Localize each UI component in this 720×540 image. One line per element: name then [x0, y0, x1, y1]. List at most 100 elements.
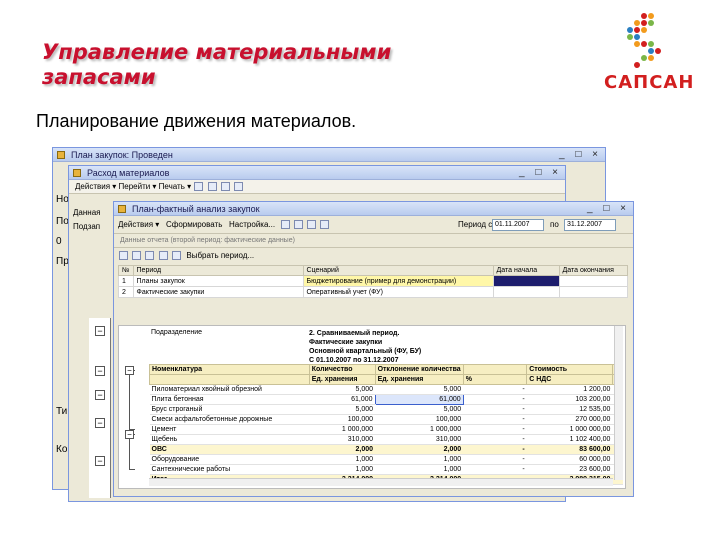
report-row[interactable]: Смеси асфальтобетонные дорожные 100,000 10…	[149, 414, 623, 425]
report-cell[interactable]: 83 600,00	[526, 444, 613, 455]
report-cell[interactable]: 1 000 000,00	[526, 424, 613, 435]
report-group-row[interactable]: ОВС 2,000 2,000-83 600,00	[149, 444, 623, 455]
report-cell[interactable]: 1 102 400,00	[526, 434, 613, 445]
material-consumption-titlebar[interactable]: Расход материалов _ □ ×	[69, 166, 565, 180]
refresh-icon[interactable]	[307, 220, 317, 230]
print-icon[interactable]	[220, 182, 230, 192]
tree-collapse-icon[interactable]: −	[95, 326, 105, 336]
report-row[interactable]: Плита бетонная 61,000 61,000-103 200,00	[149, 394, 623, 405]
help-icon[interactable]	[320, 220, 330, 230]
window-controls[interactable]: _ □ ×	[519, 166, 562, 180]
report-cell[interactable]: 5,000	[375, 384, 464, 395]
period-from-field[interactable]: 01.11.2007	[492, 219, 544, 231]
tree-collapse-icon[interactable]: −	[95, 390, 105, 400]
report-cell[interactable]: Брус строганый	[149, 404, 310, 415]
table-icon[interactable]	[280, 220, 290, 230]
tree-collapse-icon[interactable]: −	[125, 430, 134, 439]
tree-collapse-icon[interactable]: −	[95, 456, 105, 466]
report-cell[interactable]: 1,000	[375, 464, 464, 475]
column-header[interactable]: Дата начала	[492, 265, 560, 276]
report-row[interactable]: Сантехнические работы 1,000 1,000-23 600,0…	[149, 464, 623, 475]
report-cell[interactable]: 5,000	[309, 384, 376, 395]
report-cell[interactable]: Оборудование	[149, 454, 310, 465]
report-cell[interactable]: Цемент	[149, 424, 310, 435]
report-cell[interactable]: -	[463, 414, 527, 425]
report-cell[interactable]: 310,000	[375, 434, 464, 445]
report-cell[interactable]: -	[463, 404, 527, 415]
delete-icon[interactable]	[132, 251, 142, 261]
report-cell[interactable]: Щебень	[149, 434, 310, 445]
report-cell[interactable]: -	[463, 394, 527, 405]
window-controls[interactable]: _ □ ×	[559, 148, 602, 162]
generate-button[interactable]: Сформировать	[166, 220, 222, 229]
plan-fact-titlebar[interactable]: План-фактный анализ закупок _ □ ×	[114, 202, 633, 216]
table-cell[interactable]: 2	[118, 286, 134, 298]
copy-icon[interactable]	[207, 182, 217, 192]
table-row[interactable]: 1 Планы закупок Бюджетирование (пример д…	[118, 275, 629, 287]
report-cell[interactable]: -	[463, 424, 527, 435]
save-icon[interactable]	[194, 182, 204, 192]
add-icon[interactable]	[119, 251, 128, 261]
table-cell[interactable]: Оперативный учет (ФУ)	[302, 286, 494, 298]
report-cell[interactable]: -	[463, 384, 527, 395]
report-cell[interactable]: 61,000	[309, 394, 376, 405]
report-cell[interactable]: 1 200,00	[526, 384, 613, 395]
report-cell[interactable]: 12 535,00	[526, 404, 613, 415]
report-row[interactable]: Щебень 310,000 310,000-1 102 400,00	[149, 434, 623, 445]
report-cell[interactable]: 1 000,000	[309, 424, 376, 435]
table-row[interactable]: 2 Фактические закупки Оперативный учет (…	[118, 286, 629, 298]
report-cell[interactable]: 2,000	[375, 444, 464, 455]
help-icon[interactable]	[234, 182, 244, 192]
scenario-table[interactable]: № Период Сценарий Дата начала Дата оконч…	[118, 265, 629, 298]
toolbar-menu[interactable]: Действия ▾ Перейти ▾ Печать ▾	[75, 182, 191, 191]
report-cell[interactable]: -	[463, 444, 527, 455]
move-up-icon[interactable]	[145, 251, 155, 261]
table-cell-selected[interactable]	[492, 275, 560, 287]
table-cell[interactable]: 1	[118, 275, 134, 287]
move-down-icon[interactable]	[158, 251, 168, 261]
report-cell[interactable]: -	[463, 454, 527, 465]
report-cell[interactable]: 100,000	[309, 414, 376, 425]
table-cell[interactable]	[492, 286, 560, 298]
report-cell[interactable]: -	[463, 434, 527, 445]
report-cell[interactable]: 1 000,000	[375, 424, 464, 435]
tree-collapse-icon[interactable]: −	[95, 366, 105, 376]
window-controls[interactable]: _ □ ×	[587, 202, 630, 216]
tree-collapse-icon[interactable]: −	[95, 418, 105, 428]
report-table[interactable]: Номенклатура Количество Отклонение колич…	[149, 364, 624, 485]
report-cell[interactable]: ОВС	[149, 444, 310, 455]
report-cell[interactable]: 270 000,00	[526, 414, 613, 425]
column-header[interactable]: Дата окончания	[558, 265, 629, 276]
report-cell[interactable]: Пиломатериал хвойный обрезной	[149, 384, 310, 395]
column-header[interactable]: Сценарий	[302, 265, 494, 276]
horizontal-scrollbar[interactable]	[149, 478, 613, 486]
actions-menu[interactable]: Действия ▾	[118, 220, 159, 229]
column-header[interactable]: Период	[132, 265, 304, 276]
report-cell[interactable]: 5,000	[309, 404, 376, 415]
report-cell[interactable]: 1,000	[309, 454, 376, 465]
report-cell[interactable]: Смеси асфальтобетонные дорожные	[149, 414, 310, 425]
report-cell[interactable]: Сантехнические работы	[149, 464, 310, 475]
report-cell[interactable]: 23 600,00	[526, 464, 613, 475]
plan-fact-analysis-window[interactable]: План-фактный анализ закупок _ □ × Действ…	[113, 201, 634, 497]
report-cell[interactable]: 1,000	[375, 454, 464, 465]
report-cell[interactable]: Плита бетонная	[149, 394, 310, 405]
report-area[interactable]: − − Подразделение 2. Сравниваемый период…	[118, 325, 626, 489]
sort-icon[interactable]	[171, 251, 181, 261]
purchase-plan-titlebar[interactable]: План закупок: Проведен _ □ ×	[53, 148, 605, 162]
report-cell[interactable]: 310,000	[309, 434, 376, 445]
report-cell[interactable]: 100,000	[375, 414, 464, 425]
settings-button[interactable]: Настройка...	[229, 220, 275, 229]
vertical-scrollbar[interactable]	[614, 326, 623, 480]
table-cell[interactable]	[558, 286, 629, 298]
chart-icon[interactable]	[293, 220, 303, 230]
period-to-field[interactable]: 31.12.2007	[564, 219, 616, 231]
select-period-button[interactable]: Выбрать период...	[186, 251, 254, 260]
table-cell[interactable]: Планы закупок	[132, 275, 304, 287]
report-row[interactable]: Цемент 1 000,000 1 000,000-1 000 000,00	[149, 424, 623, 435]
report-cell[interactable]: 61,000	[374, 394, 464, 405]
report-cell[interactable]: -	[463, 464, 527, 475]
tree-collapse-icon[interactable]: −	[125, 366, 134, 375]
report-cell[interactable]: 5,000	[375, 404, 464, 415]
report-row[interactable]: Оборудование 1,000 1,000-60 000,00	[149, 454, 623, 465]
